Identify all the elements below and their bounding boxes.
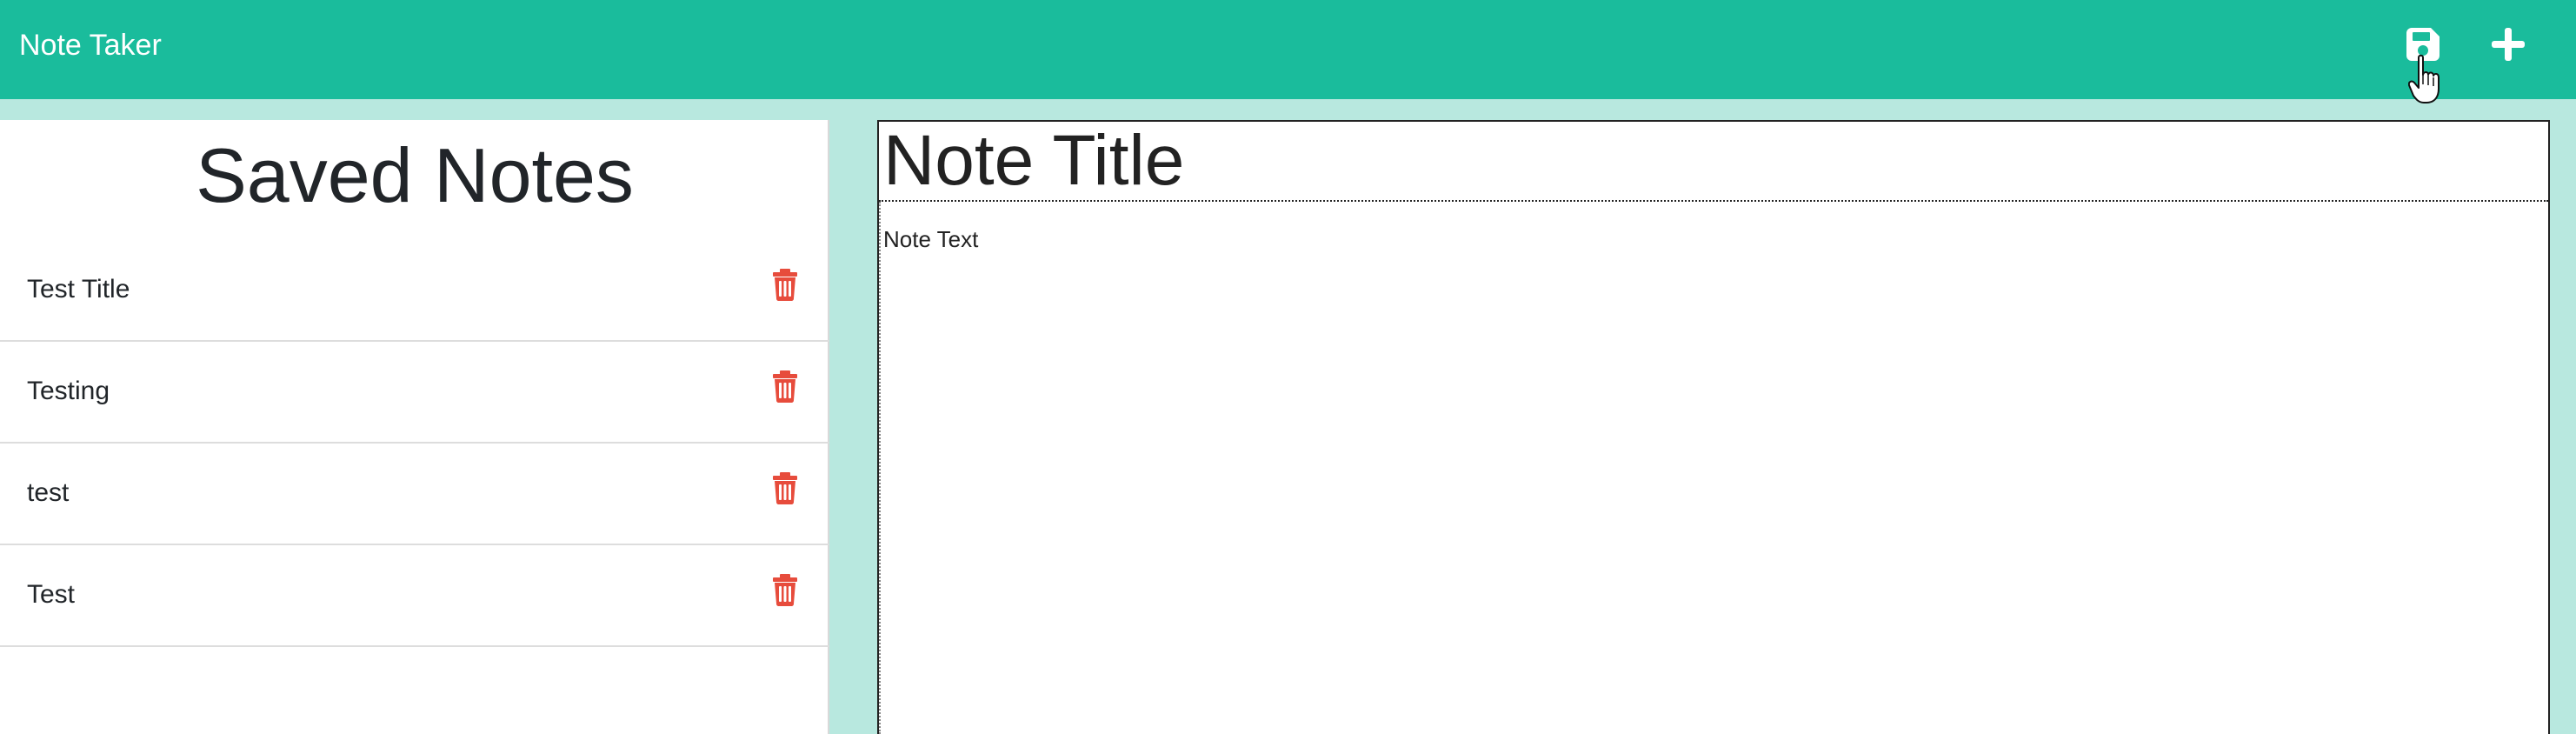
note-title[interactable]: Testing bbox=[27, 372, 110, 410]
list-item[interactable]: Test bbox=[0, 545, 829, 647]
list-item[interactable]: test bbox=[0, 444, 829, 545]
note-title[interactable]: Test bbox=[27, 576, 75, 614]
saved-notes-panel: Saved Notes Test Title Testing test Test bbox=[0, 120, 829, 734]
note-title[interactable]: Test Title bbox=[27, 270, 130, 309]
navbar: Note Taker bbox=[0, 0, 2576, 103]
note-title-input[interactable] bbox=[879, 122, 2548, 202]
plus-icon[interactable] bbox=[2490, 26, 2526, 63]
note-title[interactable]: test bbox=[27, 474, 69, 512]
note-editor bbox=[877, 120, 2550, 734]
note-text-input[interactable] bbox=[879, 202, 2548, 734]
saved-notes-title: Saved Notes bbox=[196, 132, 634, 218]
trash-icon[interactable] bbox=[772, 573, 798, 606]
trash-icon[interactable] bbox=[772, 471, 798, 504]
trash-icon[interactable] bbox=[772, 370, 798, 403]
trash-icon[interactable] bbox=[772, 268, 798, 301]
list-item[interactable]: Testing bbox=[0, 342, 829, 444]
note-list: Test Title Testing test Test bbox=[0, 240, 829, 647]
app-brand[interactable]: Note Taker bbox=[19, 26, 162, 64]
save-icon[interactable] bbox=[2405, 26, 2441, 63]
list-item[interactable]: Test Title bbox=[0, 240, 829, 342]
